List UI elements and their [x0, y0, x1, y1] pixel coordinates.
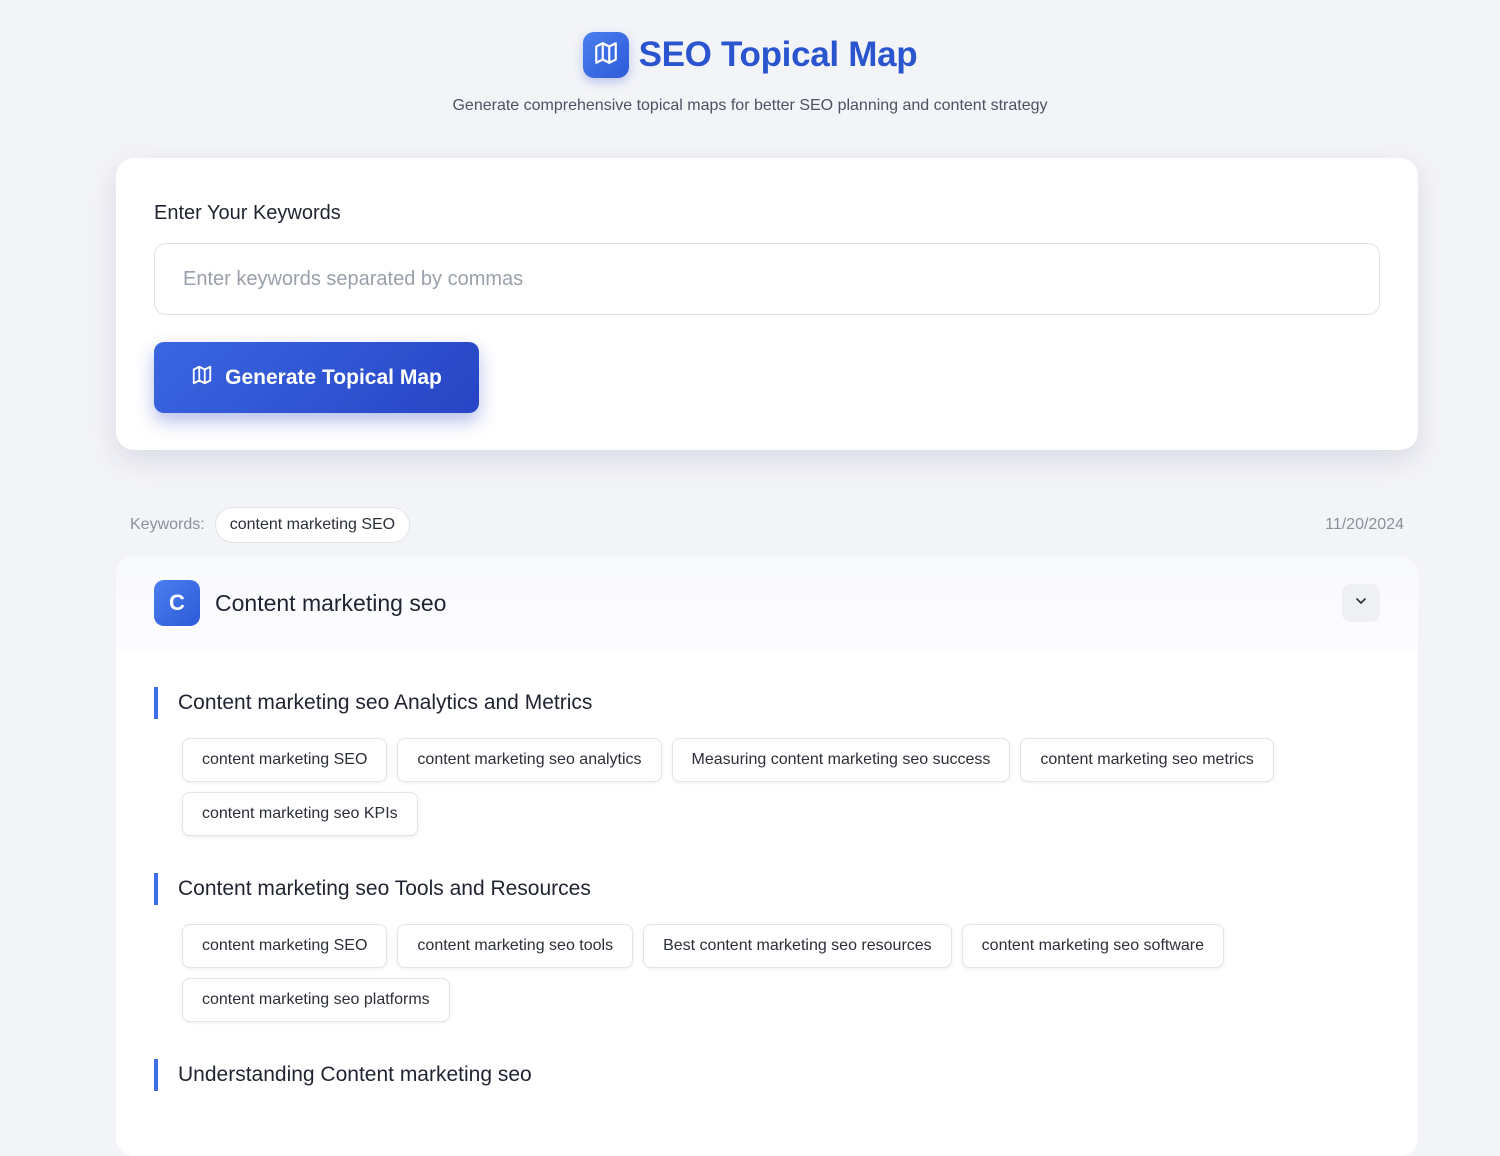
chevron-down-icon — [1353, 593, 1369, 614]
topic-title: Content marketing seo — [215, 590, 447, 616]
keywords-meta-label: Keywords: — [130, 516, 205, 533]
generate-button-label: Generate Topical Map — [225, 365, 442, 389]
map-icon — [593, 40, 619, 71]
keyword-input-card: Enter Your Keywords Generate Topical Map — [116, 158, 1418, 450]
subtopic-chip[interactable]: Best content marketing seo resources — [643, 924, 952, 968]
subtopic-chip-list: content marketing SEO content marketing … — [154, 738, 1342, 836]
subtopic-chip[interactable]: content marketing seo analytics — [397, 738, 662, 782]
collapse-button[interactable] — [1342, 584, 1380, 622]
topic-badge: C — [154, 580, 200, 626]
keyword-chip: content marketing SEO — [214, 507, 411, 543]
section-heading: Understanding Content marketing seo — [154, 1059, 1380, 1091]
subtopic-chip-list: content marketing SEO content marketing … — [154, 924, 1342, 1022]
subtopic-section: Understanding Content marketing seo — [154, 1059, 1380, 1091]
keywords-label: Enter Your Keywords — [154, 202, 341, 224]
subtopic-section: Content marketing seo Analytics and Metr… — [154, 687, 1380, 836]
section-heading: Content marketing seo Analytics and Metr… — [154, 687, 1380, 719]
subtopic-chip[interactable]: content marketing seo software — [961, 924, 1225, 968]
subtopic-chip[interactable]: content marketing SEO — [182, 738, 388, 782]
keywords-summary: Keywords: content marketing SEO — [130, 507, 411, 543]
page-subtitle: Generate comprehensive topical maps for … — [452, 97, 1048, 114]
subtopic-chip[interactable]: content marketing seo metrics — [1020, 738, 1274, 782]
section-heading: Content marketing seo Tools and Resource… — [154, 873, 1380, 905]
subtopic-chip[interactable]: content marketing seo platforms — [182, 978, 450, 1022]
subtopic-chip[interactable]: content marketing seo KPIs — [182, 792, 418, 836]
map-icon — [191, 364, 213, 392]
topical-map-card: C Content marketing seo Content marketin… — [116, 556, 1418, 1156]
result-date: 11/20/2024 — [1325, 516, 1404, 533]
page-header: SEO Topical Map Generate comprehensive t… — [0, 32, 1500, 115]
topic-header[interactable]: C Content marketing seo — [116, 556, 1418, 652]
subtopic-chip[interactable]: Measuring content marketing seo success — [671, 738, 1011, 782]
app-logo — [582, 32, 629, 78]
subtopic-chip[interactable]: content marketing seo tools — [397, 924, 634, 968]
generate-topical-map-button[interactable]: Generate Topical Map — [154, 342, 479, 413]
title-row: SEO Topical Map — [0, 32, 1500, 78]
subtopic-section: Content marketing seo Tools and Resource… — [154, 873, 1380, 1022]
keywords-input[interactable] — [154, 243, 1380, 315]
result-meta: Keywords: content marketing SEO 11/20/20… — [130, 507, 1404, 543]
subtopic-chip[interactable]: content marketing SEO — [182, 924, 388, 968]
page-title: SEO Topical Map — [638, 35, 918, 74]
